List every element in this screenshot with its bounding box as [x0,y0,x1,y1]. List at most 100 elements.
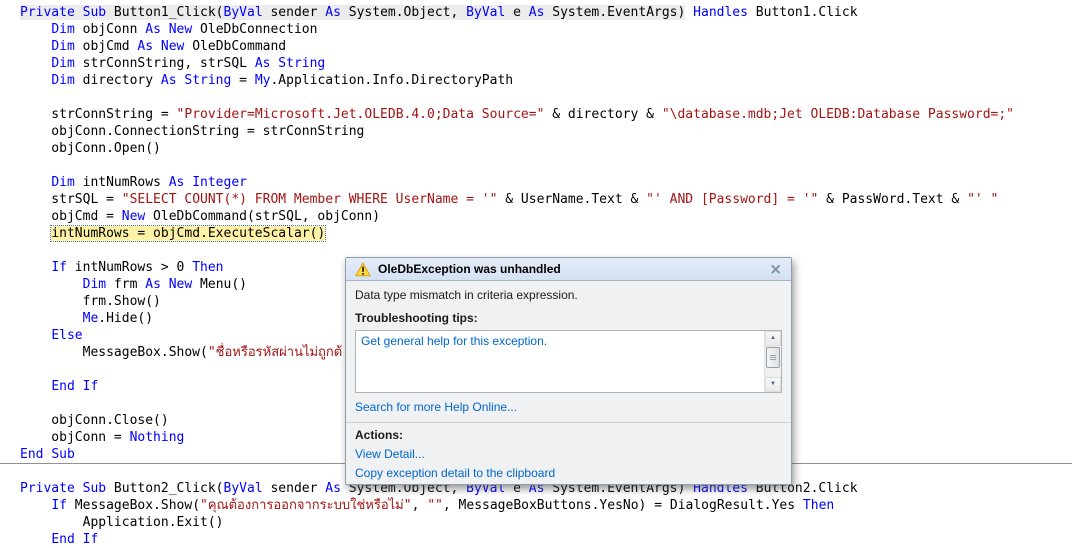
scroll-up-button[interactable]: ▲ [765,331,781,346]
code-token: strConnString = [20,107,177,122]
code-token: If [51,498,67,513]
code-token: objCmd = [20,209,122,224]
close-icon[interactable]: × [769,261,782,277]
code-line[interactable]: strConnString = "Provider=Microsoft.Jet.… [20,106,1072,123]
code-token: "ชื่อหรือรหัสผ่านไม่ถูกต้ [207,345,343,360]
code-token: Integer [192,175,247,190]
code-token: , [411,498,428,513]
code-line[interactable]: If MessageBox.Show("คุณต้องการออกจากระบบ… [20,497,1072,514]
tips-scrollbar[interactable]: ▲ ▼ [764,331,781,392]
code-token: Handles [693,5,748,20]
code-token: .Hide() [98,311,154,326]
dialog-title: OleDbException was unhandled [378,262,561,276]
code-token: Nothing [129,430,185,445]
code-token: System.Object, [340,5,467,20]
code-token: & UserName.Text & [497,192,647,207]
code-token: MessageBox.Show( [66,498,201,513]
code-line[interactable]: objCmd = New OleDbCommand(strSQL, objCon… [20,208,1072,225]
code-line[interactable]: Private Sub Button1_Click(ByVal sender A… [20,4,1072,21]
code-token: As [528,5,545,20]
code-line[interactable] [20,89,1072,106]
code-token: strSQL = [20,192,122,207]
code-token: objConn [74,22,146,37]
code-token: objCmd [74,39,138,54]
code-line[interactable]: Application.Exit() [20,514,1072,531]
code-line[interactable]: Dim objConn As New OleDbConnection [20,21,1072,38]
scroll-down-button[interactable]: ▼ [765,377,781,392]
code-token: "คุณต้องการออกจากระบบใช่หรือไม่" [200,498,412,513]
tips-listbox: Get general help for this exception. ▲ ▼ [355,330,782,393]
code-token: = [231,73,255,88]
code-token: As [325,5,341,20]
code-line[interactable]: Dim directory As String = My.Application… [20,72,1072,89]
code-token: sender [262,5,326,20]
code-token: ByVal [223,481,263,496]
vs-code-editor-screen: { "editor": { "colors": { "keyword": "#0… [0,0,1072,547]
code-token: Button1_Click( [106,5,224,20]
code-token: "SELECT COUNT(*) FROM Member WHERE UserN… [121,192,498,207]
code-line[interactable]: intNumRows = objCmd.ExecuteScalar() [20,225,1072,242]
exception-message: Data type mismatch in criteria expressio… [355,288,578,302]
code-token: New [160,39,185,54]
code-token: As [325,481,341,496]
code-token: , MessageBoxButtons.YesNo) = DialogResul… [442,498,803,513]
code-token: OleDbCommand(strSQL, objConn) [145,209,381,224]
code-token: "Provider=Microsoft.Jet.OLEDB.4.0;Data S… [176,107,545,122]
dialog-separator [346,422,791,423]
code-token: frm [106,277,146,292]
code-token: ByVal [466,5,506,20]
code-token: Menu() [192,277,248,292]
scroll-thumb[interactable] [766,347,780,368]
code-token: ByVal [223,5,263,20]
code-token: As [145,277,161,292]
code-token: intNumRows > 0 [66,260,193,275]
copy-exception-detail-link[interactable]: Copy exception detail to the clipboard [355,466,782,480]
code-token: objConn.Open() [20,141,161,156]
tip-link-general-help[interactable]: Get general help for this exception. [361,334,547,348]
search-help-online-link[interactable]: Search for more Help Online... [355,400,782,414]
tips-list: Get general help for this exception. [356,331,764,392]
code-line[interactable]: Dim objCmd As New OleDbCommand [20,38,1072,55]
code-token: Else [51,328,83,343]
code-token: MessageBox.Show( [20,345,208,360]
code-token: As [160,73,177,88]
code-token: If [51,260,67,275]
code-token: "' " [967,192,999,207]
code-token: String [184,73,232,88]
code-token: System.EventArgs) [544,5,686,20]
code-line[interactable]: objConn.Open() [20,140,1072,157]
code-line[interactable] [20,157,1072,174]
code-token: & directory & [544,107,662,122]
code-line[interactable]: strSQL = "SELECT COUNT(*) FROM Member WH… [20,191,1072,208]
code-line[interactable]: objConn.ConnectionString = strConnString [20,123,1072,140]
code-token: Sub [82,481,107,496]
code-token: e [505,5,529,20]
code-token: Private [20,5,75,20]
code-token: New [121,209,146,224]
code-token: OleDbConnection [192,22,318,37]
scrollbar-track[interactable] [765,346,781,377]
view-detail-link[interactable]: View Detail... [355,447,782,461]
current-statement-highlight: intNumRows = objCmd.ExecuteScalar() [50,225,327,242]
code-token: As [254,56,271,71]
code-token: End [20,447,44,462]
actions-label: Actions: [355,428,403,442]
code-token: "' AND [Password] = '" [646,192,819,207]
code-line[interactable]: Dim strConnString, strSQL As String [20,55,1072,72]
code-token: Then [802,498,835,513]
code-token: Sub [51,447,75,462]
code-token [74,5,83,20]
code-token: OleDbCommand [184,39,287,54]
code-token: frm.Show() [20,294,161,309]
code-line[interactable]: Dim intNumRows As Integer [20,174,1072,191]
